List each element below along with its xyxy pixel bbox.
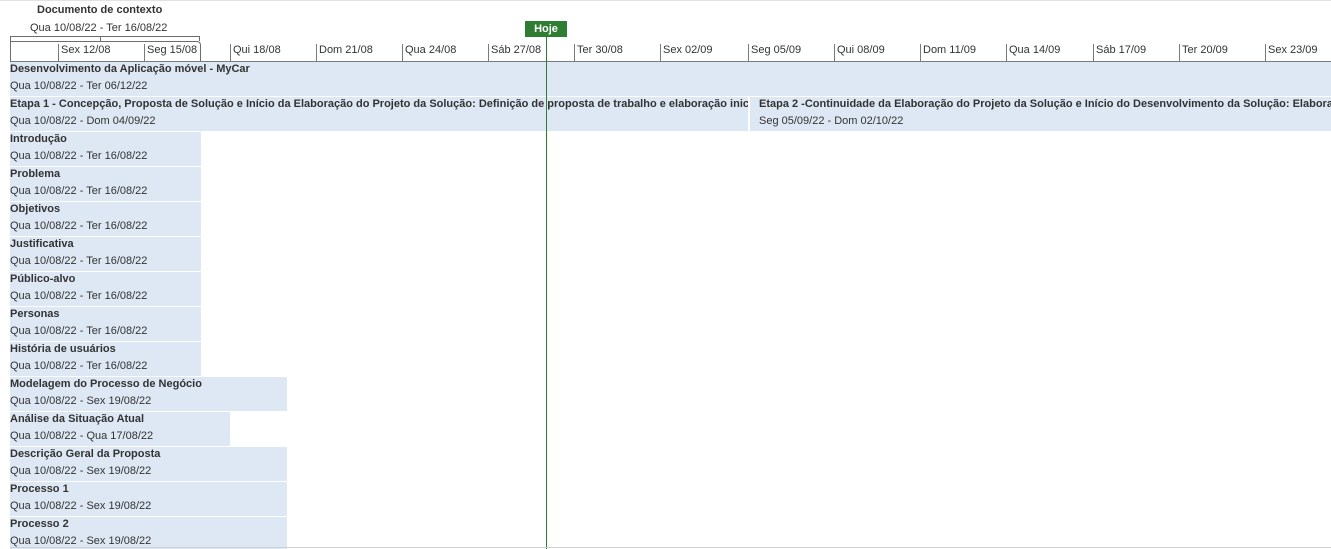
task-dates: Qua 10/08/22 - Ter 16/08/22 [10, 220, 148, 232]
task-bar-project[interactable]: Desenvolvimento da Aplicação móvel - MyC… [10, 62, 1331, 96]
task-name: Análise da Situação Atual [10, 413, 145, 425]
ruler-label: Seg 05/09 [748, 44, 834, 61]
task-dates: Qua 10/08/22 - Sex 19/08/22 [10, 395, 152, 407]
task-dates: Seg 05/09/22 - Dom 02/10/22 [759, 115, 904, 127]
task-name: Etapa 1 - Concepção, Proposta de Solução… [10, 98, 748, 110]
task-bar[interactable]: Objetivos Qua 10/08/22 - Ter 16/08/22 [10, 202, 201, 236]
task-dates: Qua 10/08/22 - Dom 04/09/22 [10, 115, 156, 127]
task-name: Etapa 2 -Continuidade da Elaboração do P… [759, 98, 1331, 110]
task-bar[interactable]: Personas Qua 10/08/22 - Ter 16/08/22 [10, 307, 201, 341]
bottom-border [10, 547, 1331, 548]
task-name: Descrição Geral da Proposta [10, 448, 161, 460]
task-dates: Qua 10/08/22 - Sex 19/08/22 [10, 535, 152, 547]
ruler-label: Sáb 17/09 [1093, 44, 1179, 61]
task-dates: Qua 10/08/22 - Sex 19/08/22 [10, 500, 152, 512]
task-bar[interactable]: História de usuários Qua 10/08/22 - Ter … [10, 342, 201, 376]
task-bar[interactable]: Introdução Qua 10/08/22 - Ter 16/08/22 [10, 132, 201, 166]
task-bar[interactable]: Justificativa Qua 10/08/22 - Ter 16/08/2… [10, 237, 201, 271]
task-bar[interactable]: Público-alvo Qua 10/08/22 - Ter 16/08/22 [10, 272, 201, 306]
task-bar[interactable]: Modelagem do Processo de Negócio Qua 10/… [10, 377, 287, 411]
ruler-label: Seg 15/08 [144, 44, 230, 61]
task-name: Público-alvo [10, 273, 76, 285]
task-name: Personas [10, 308, 60, 320]
task-dates: Qua 10/08/22 - Ter 16/08/22 [10, 185, 148, 197]
today-line [546, 37, 547, 549]
task-name: Introdução [10, 133, 67, 145]
ruler-label: Qui 18/08 [230, 44, 316, 61]
ruler-label: Qua 14/09 [1006, 44, 1092, 61]
task-name: Desenvolvimento da Aplicação móvel - MyC… [10, 63, 250, 75]
task-bar-stage-1[interactable]: Etapa 1 - Concepção, Proposta de Solução… [10, 97, 748, 131]
ruler-label: Sex 12/08 [58, 44, 144, 61]
task-dates: Qua 10/08/22 - Ter 06/12/22 [10, 80, 148, 92]
task-name: Modelagem do Processo de Negócio [10, 378, 202, 390]
task-bar[interactable]: Processo 1 Qua 10/08/22 - Sex 19/08/22 [10, 482, 287, 516]
task-dates: Qua 10/08/22 - Ter 16/08/22 [10, 255, 148, 267]
task-bar[interactable]: Descrição Geral da Proposta Qua 10/08/22… [10, 447, 287, 481]
context-range: Qua 10/08/22 - Ter 16/08/22 [30, 22, 168, 34]
task-dates: Qua 10/08/22 - Sex 19/08/22 [10, 465, 152, 477]
task-bar[interactable]: Processo 2 Qua 10/08/22 - Sex 19/08/22 [10, 517, 287, 549]
ruler-label: Ter 20/09 [1179, 44, 1265, 61]
task-dates: Qua 10/08/22 - Ter 16/08/22 [10, 290, 148, 302]
ruler-label: Ter 30/08 [574, 44, 660, 61]
task-bar-stage-2[interactable]: Etapa 2 -Continuidade da Elaboração do P… [750, 97, 1331, 131]
ruler-label: Sex 23/09 [1265, 44, 1331, 61]
task-bar[interactable]: Problema Qua 10/08/22 - Ter 16/08/22 [10, 167, 201, 201]
ruler-label: Sex 02/09 [660, 44, 746, 61]
task-name: Objetivos [10, 203, 61, 215]
ruler-label: Dom 21/08 [316, 44, 402, 61]
ruler-label: Qui 08/09 [834, 44, 920, 61]
task-dates: Qua 10/08/22 - Qua 17/08/22 [10, 430, 154, 442]
task-name: Processo 1 [10, 483, 69, 495]
ruler-label: Qua 24/08 [402, 44, 488, 61]
task-name: Problema [10, 168, 61, 180]
task-name: Processo 2 [10, 518, 69, 530]
today-marker[interactable]: Hoje [525, 21, 567, 37]
task-dates: Qua 10/08/22 - Ter 16/08/22 [10, 150, 148, 162]
ruler-label: Dom 11/09 [920, 44, 1006, 61]
task-name: Justificativa [10, 238, 74, 250]
task-bar[interactable]: Análise da Situação Atual Qua 10/08/22 -… [10, 412, 230, 446]
task-name: História de usuários [10, 343, 116, 355]
task-dates: Qua 10/08/22 - Ter 16/08/22 [10, 360, 148, 372]
context-title: Documento de contexto [37, 4, 163, 16]
ruler-label: Sáb 27/08 [488, 44, 574, 61]
top-border [0, 0, 1331, 1]
timeline-view: Documento de contexto Qua 10/08/22 - Ter… [0, 0, 1331, 549]
task-dates: Qua 10/08/22 - Ter 16/08/22 [10, 325, 148, 337]
